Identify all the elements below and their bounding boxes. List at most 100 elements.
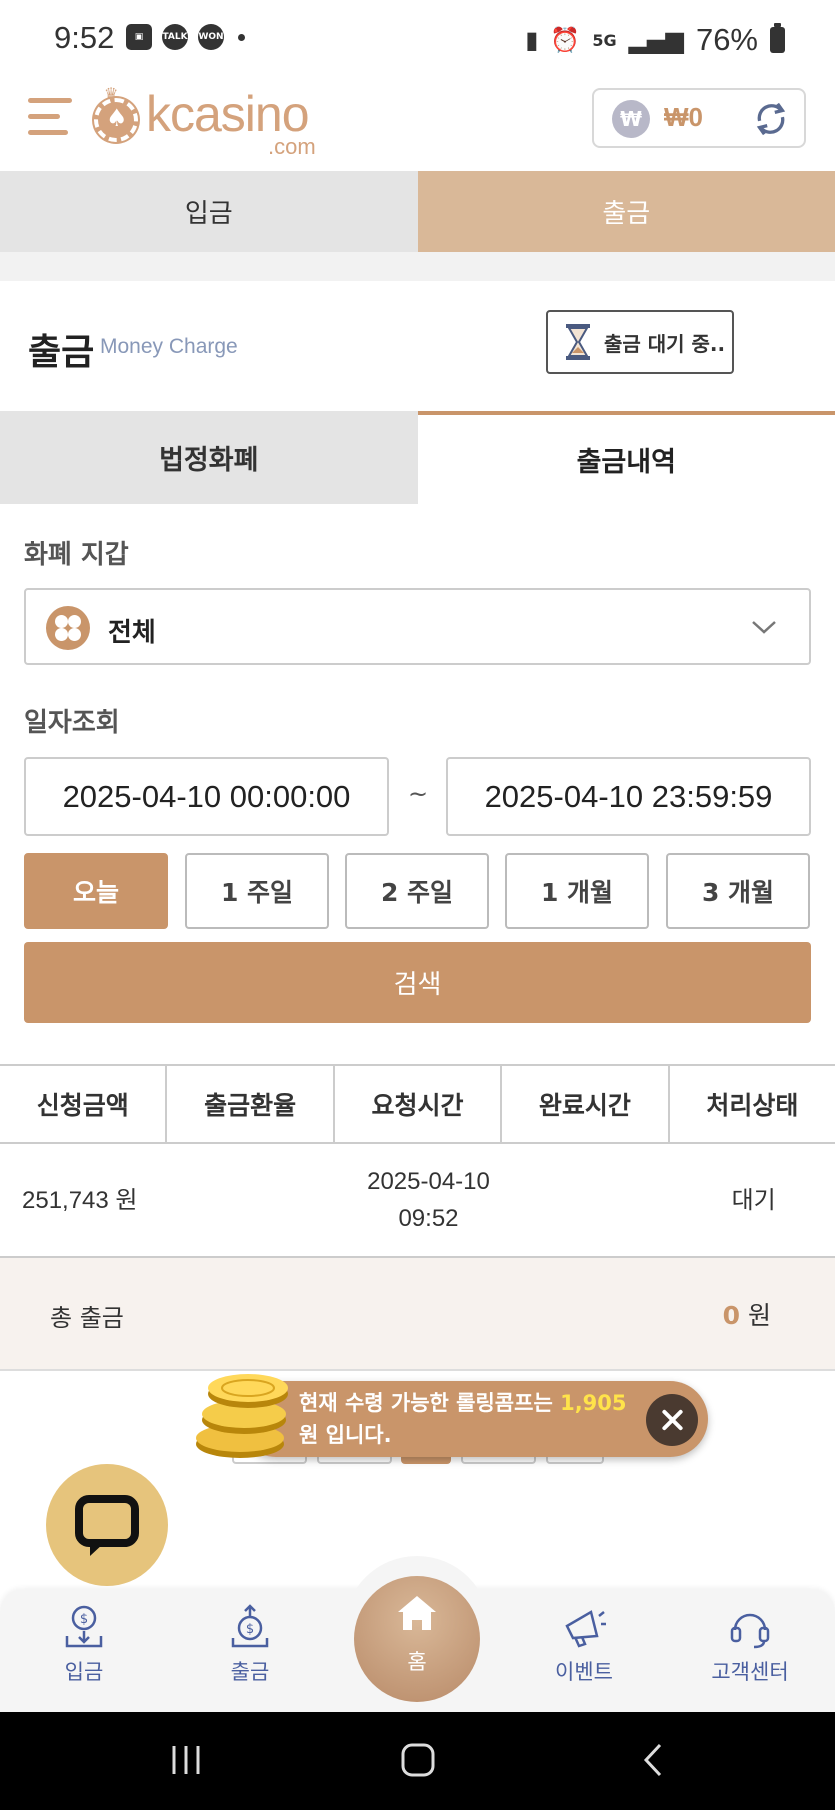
nav-deposit-label: 입금 [64, 1660, 104, 1684]
toast-message: 현재 수령 가능한 롤링콤프는 1,905 원 입니다. [299, 1387, 639, 1451]
start-date-input[interactable] [24, 757, 389, 836]
more-notifications-icon [238, 33, 245, 41]
tab-deposit[interactable]: 입금 [0, 171, 418, 252]
toast-close-button[interactable] [646, 1394, 698, 1446]
cell-rate [185, 1144, 348, 1256]
date-search-label: 일자조회 [24, 708, 120, 738]
tab-fiat-currency[interactable]: 법정화폐 [0, 411, 418, 504]
pending-label: 출금 대기 중.. [604, 331, 726, 356]
casino-chip-icon [94, 98, 138, 142]
page-subtitle: Money Charge [100, 335, 238, 358]
hamburger-menu-icon[interactable] [28, 94, 72, 140]
total-row: 총 출금 0 원 [0, 1258, 835, 1371]
back-icon[interactable] [636, 1742, 672, 1778]
nav-home[interactable]: 홈 [354, 1576, 480, 1702]
nav-support[interactable]: 고객센터 [690, 1604, 810, 1704]
date-separator: ~ [408, 780, 429, 808]
tab-withdraw[interactable]: 출금 [417, 171, 835, 252]
headset-icon [730, 1613, 770, 1649]
column-header: 완료시간 [502, 1066, 670, 1142]
nav-support-label: 고객센터 [711, 1660, 789, 1684]
app-header: ♛ kcasino .com ₩ ₩0 [0, 80, 835, 170]
column-header: 출금환율 [167, 1066, 335, 1142]
wallet-label: 화폐 지갑 [24, 540, 129, 570]
total-value: 0 원 [723, 1296, 771, 1332]
total-unit: 원 [747, 1301, 771, 1330]
section-divider [0, 252, 835, 281]
cell-status: 대기 [731, 1186, 776, 1214]
nav-events-label: 이벤트 [555, 1660, 613, 1684]
wallet-select[interactable]: 전체 [24, 588, 811, 665]
column-header: 요청시간 [335, 1066, 503, 1142]
kakaotalk-icon: TALK [162, 24, 188, 50]
tab-withdraw-history[interactable]: 출금내역 [417, 411, 835, 504]
toast-amount: 1,905 [560, 1391, 627, 1415]
status-time: 9:52 [54, 20, 115, 55]
nav-deposit[interactable]: $ 입금 [24, 1604, 144, 1704]
cell-complete-time [510, 1144, 673, 1256]
notification-icons: ▣ TALK WON [126, 24, 245, 50]
request-clock: 09:52 [398, 1205, 459, 1232]
recent-apps-icon[interactable] [168, 1742, 204, 1778]
megaphone-icon [565, 1610, 606, 1648]
range-1month-button[interactable]: 1 개월 [505, 853, 649, 929]
top-tabs: 입금 출금 [0, 171, 835, 252]
nav-events[interactable]: 이벤트 [524, 1604, 644, 1704]
cell-amount: 251,743 원 [22, 1186, 138, 1214]
nav-home-label: 홈 [407, 1650, 427, 1674]
gold-coins-icon [196, 1374, 288, 1458]
wallet-selected-value: 전체 [108, 618, 156, 648]
all-wallets-icon [46, 606, 90, 650]
rolling-comp-toast: 현재 수령 가능한 롤링콤프는 1,905 원 입니다. [238, 1381, 708, 1457]
range-3months-button[interactable]: 3 개월 [666, 853, 810, 929]
chat-bubble-icon [75, 1495, 139, 1556]
total-number: 0 [722, 1301, 741, 1330]
kcasino-logo[interactable]: ♛ kcasino .com [92, 84, 332, 159]
nav-withdraw-label: 출금 [230, 1660, 270, 1684]
home-icon [398, 1596, 436, 1630]
system-status: ▮ ⏰ 5G ▂▄▆ 76% [525, 22, 785, 58]
search-button[interactable]: 검색 [24, 942, 811, 1023]
range-1week-button[interactable]: 1 주일 [185, 853, 329, 929]
home-nav-icon[interactable] [400, 1742, 436, 1778]
end-date-input[interactable] [446, 757, 811, 836]
logo-domain: .com [268, 134, 316, 159]
won-icon: WON [198, 24, 224, 50]
battery-percent: 76% [695, 22, 758, 57]
battery-saver-icon: ▮ [525, 26, 539, 54]
hourglass-icon [566, 324, 590, 360]
total-label: 총 출금 [50, 1304, 124, 1332]
range-today-button[interactable]: 오늘 [24, 853, 168, 929]
battery-icon [770, 23, 785, 53]
nav-withdraw[interactable]: $ 출금 [190, 1604, 310, 1704]
withdraw-icon: $ [231, 1604, 269, 1648]
cell-request-time: 2025-04-10 09:52 [347, 1144, 510, 1256]
system-navigation-bar [0, 1712, 835, 1810]
deposit-icon: $ [65, 1605, 103, 1648]
page-title: 출금 [28, 332, 95, 373]
column-header: 신청금액 [0, 1066, 168, 1142]
live-chat-button[interactable] [46, 1464, 168, 1586]
title-row: 출금 Money Charge 출금 대기 중.. [0, 281, 835, 411]
chevron-down-icon [752, 621, 776, 634]
table-row: 251,743 원 2025-04-10 09:52 대기 [0, 1144, 835, 1258]
alarm-icon: ⏰ [550, 26, 581, 54]
toast-text-before: 현재 수령 가능한 롤링콤프는 [299, 1391, 561, 1415]
logo-text: kcasino [146, 86, 310, 142]
refresh-icon[interactable] [752, 100, 790, 138]
svg-text:$: $ [246, 1622, 254, 1637]
5g-icon: 5G [592, 30, 617, 50]
history-table-header: 신청금액 출금환율 요청시간 완료시간 처리상태 [0, 1064, 835, 1144]
request-date: 2025-04-10 [367, 1168, 490, 1195]
won-coin-icon: ₩ [612, 100, 650, 138]
signal-icon: ▂▄▆ [628, 26, 684, 54]
sub-tabs: 법정화폐 출금내역 [0, 411, 835, 504]
range-2weeks-button[interactable]: 2 주일 [345, 853, 489, 929]
gallery-icon: ▣ [126, 24, 152, 50]
balance-value: ₩0 [664, 102, 703, 132]
toast-text-after: 원 입니다. [299, 1423, 392, 1447]
status-bar: 9:52 ▣ TALK WON ▮ ⏰ 5G ▂▄▆ 76% [0, 0, 835, 80]
balance-box: ₩ ₩0 [592, 88, 806, 148]
column-header: 처리상태 [706, 1091, 799, 1120]
withdraw-pending-button[interactable]: 출금 대기 중.. [546, 310, 734, 374]
